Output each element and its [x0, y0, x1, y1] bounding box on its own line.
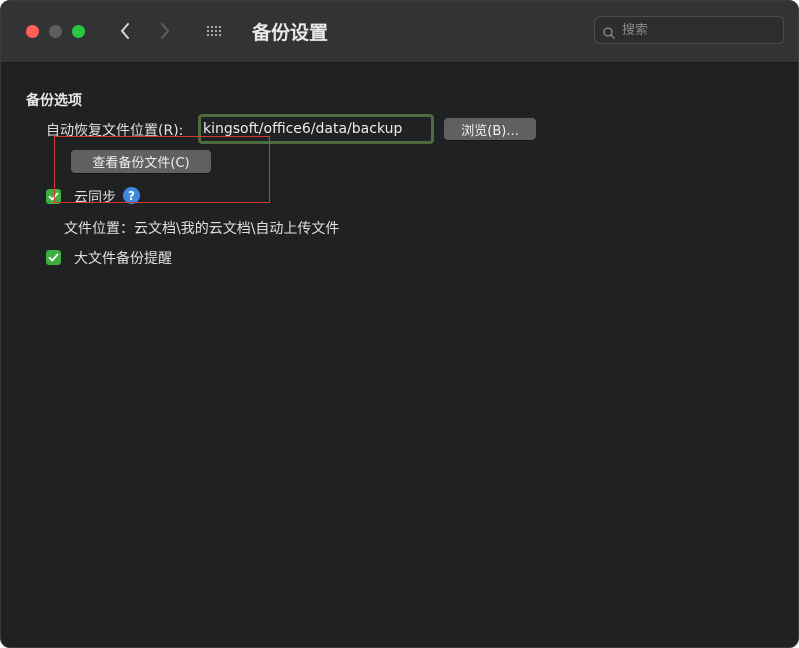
chevron-left-icon	[121, 23, 129, 39]
zoom-button[interactable]	[72, 25, 85, 38]
large-file-reminder-label: 大文件备份提醒	[74, 251, 172, 267]
settings-content: 备份选项 自动恢复文件位置(R): 浏览(B)... 查看备份文件(C) 云同步…	[1, 63, 798, 647]
annotation-highlight-box	[54, 136, 270, 203]
search-icon	[603, 24, 615, 39]
search-box[interactable]	[594, 16, 784, 44]
show-all-button[interactable]	[200, 17, 228, 45]
back-button[interactable]	[111, 15, 139, 47]
search-input[interactable]	[620, 21, 774, 39]
large-file-reminder-checkbox[interactable]	[46, 250, 61, 265]
window-title: 备份设置	[252, 22, 329, 44]
section-title: 备份选项	[26, 93, 82, 109]
backup-settings-window: 备份设置 备份选项 自动恢复文件位置(R): 浏览(B)... 查看备份文件(C…	[0, 0, 799, 648]
browse-button[interactable]: 浏览(B)...	[444, 118, 536, 140]
title-bar: 备份设置	[1, 1, 798, 63]
checkmark-icon	[48, 253, 59, 262]
forward-button[interactable]	[151, 15, 179, 47]
file-location-text: 文件位置：云文档\我的云文档\自动上传文件	[64, 221, 340, 237]
grid-icon	[207, 26, 221, 36]
minimize-button[interactable]	[49, 25, 62, 38]
close-button[interactable]	[26, 25, 39, 38]
chevron-right-icon	[161, 23, 169, 39]
